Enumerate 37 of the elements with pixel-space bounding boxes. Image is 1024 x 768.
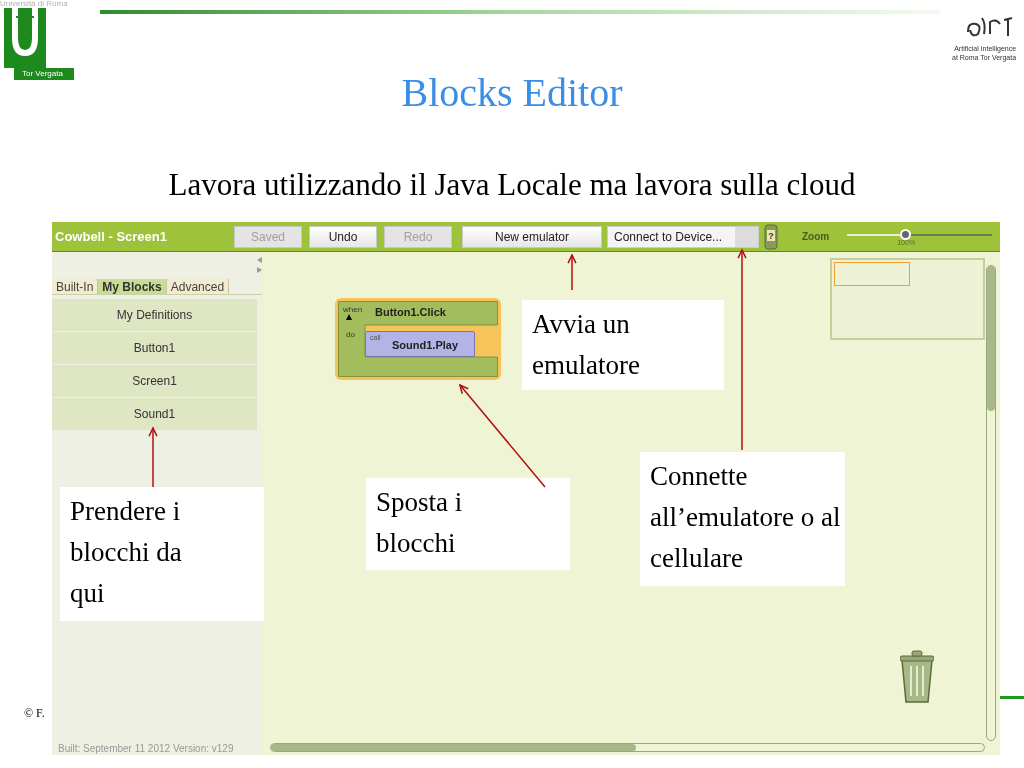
- block-keyword: when: [343, 304, 363, 316]
- vertical-scrollbar[interactable]: [986, 265, 996, 741]
- arrow: [148, 426, 158, 488]
- project-title: Cowbell - Screen1: [55, 227, 168, 246]
- university-logo-icon: [4, 8, 46, 68]
- logo-caption: Università di Roma: [0, 0, 68, 10]
- block-keyword: do: [346, 329, 355, 341]
- phone-help-icon[interactable]: ?: [764, 223, 778, 250]
- drawer-item[interactable]: Sound1: [52, 398, 257, 430]
- logo-caption: Tor Vergata: [14, 68, 74, 80]
- block-label: Sound1.Play: [392, 338, 459, 353]
- connect-dropdown[interactable]: Connect to Device...: [607, 225, 759, 248]
- toolbar-button[interactable]: New emulator: [462, 225, 602, 248]
- footer-text: © F.: [24, 705, 45, 722]
- collapse-arrows-icon[interactable]: [257, 257, 262, 273]
- toolbar-button[interactable]: Undo: [309, 225, 377, 248]
- callout-text: Avvia un emulatore: [532, 308, 641, 382]
- minimap[interactable]: [830, 258, 985, 340]
- slide-title: Blocks Editor: [401, 69, 623, 117]
- horizontal-scrollbar[interactable]: [270, 743, 985, 752]
- callout-text: Prendere i blocchi da qui: [70, 495, 183, 610]
- palette-tab[interactable]: Built-In: [52, 279, 99, 294]
- zoom-label: Zoom: [802, 230, 830, 244]
- drawer-item[interactable]: Button1: [52, 332, 257, 364]
- minimap-viewport[interactable]: [834, 262, 910, 286]
- collapse-triangle-icon[interactable]: [346, 314, 352, 320]
- version-text: Built: September 11 2012 Version: v129: [58, 743, 234, 755]
- trash-icon[interactable]: [900, 650, 934, 704]
- drawer-item[interactable]: Screen1: [52, 365, 257, 397]
- callout-text: Sposta i blocchi: [376, 486, 464, 560]
- palette-tab[interactable]: My Blocks: [98, 279, 167, 294]
- palette-tab[interactable]: Advanced: [166, 279, 230, 294]
- block-label: Button1.Click: [375, 305, 446, 320]
- slide-subtitle: Lavora utilizzando il Java Locale ma lavora sulla cloud: [168, 166, 856, 204]
- arrow: [567, 253, 577, 291]
- callout-text: Connette all’emulatore o al cellulare: [650, 460, 842, 575]
- drawer-item[interactable]: My Definitions: [52, 299, 257, 331]
